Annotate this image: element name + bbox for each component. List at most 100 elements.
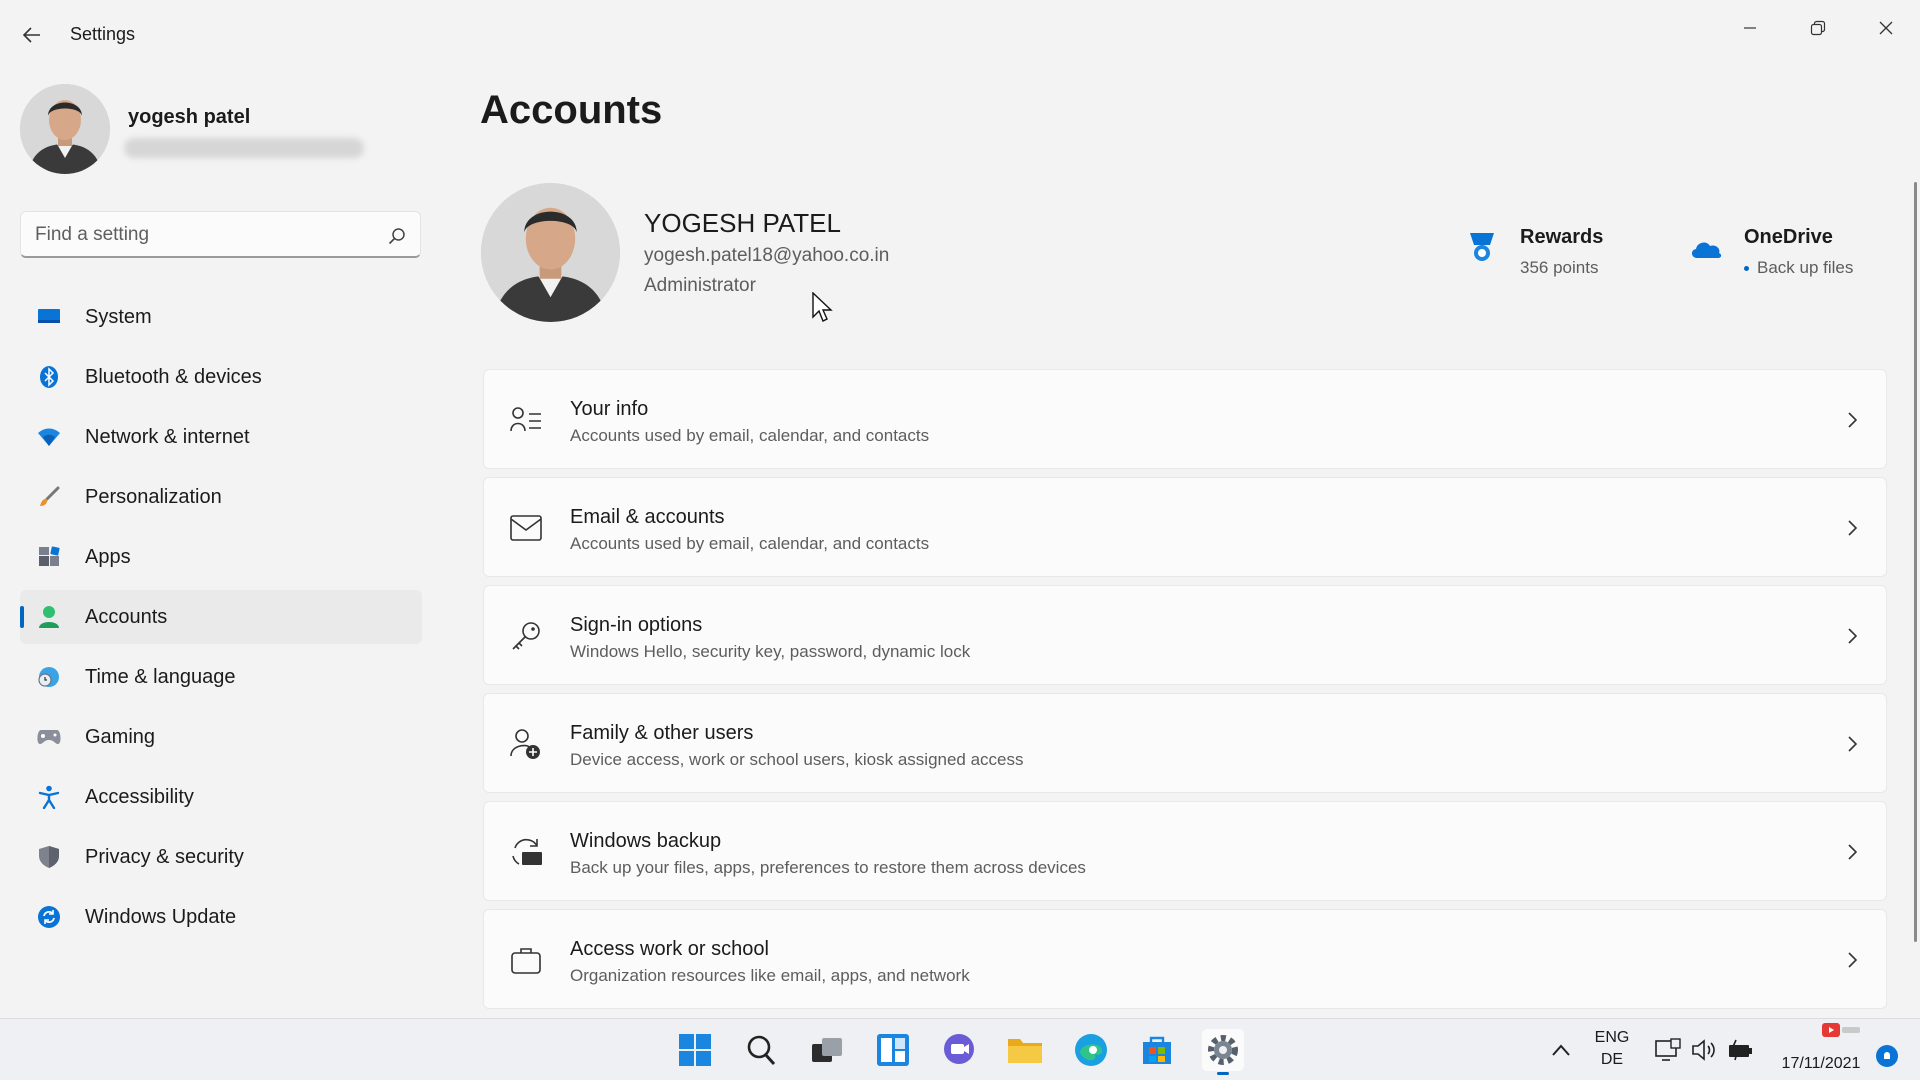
task-view-button[interactable] <box>806 1029 848 1071</box>
widgets-button[interactable] <box>872 1029 914 1071</box>
brush-icon <box>36 485 62 509</box>
sidebar-item-accounts[interactable]: Accounts <box>20 590 422 644</box>
wifi-icon <box>36 425 62 449</box>
user-avatar-icon <box>20 84 110 174</box>
sidebar-item-bluetooth[interactable]: Bluetooth & devices <box>20 350 422 404</box>
microsoft-store-button[interactable] <box>1136 1029 1178 1071</box>
sidebar-item-time-language[interactable]: Time & language <box>20 650 422 704</box>
notification-badge[interactable] <box>1876 1045 1898 1067</box>
globe-clock-icon <box>36 665 62 689</box>
back-button[interactable] <box>14 18 50 52</box>
sidebar-item-network[interactable]: Network & internet <box>20 410 422 464</box>
sidebar-item-label: Network & internet <box>85 425 250 448</box>
profile-avatar[interactable] <box>20 84 110 174</box>
sidebar-item-label: Time & language <box>85 665 236 688</box>
sign-in-options-card[interactable]: Sign-in options Windows Hello, security … <box>483 585 1887 685</box>
status-dot-icon <box>1744 266 1749 272</box>
account-avatar[interactable] <box>481 183 620 322</box>
edge-browser-button[interactable] <box>1070 1029 1112 1071</box>
close-button[interactable] <box>1858 6 1914 50</box>
onedrive-status: Back up files <box>1744 258 1853 278</box>
email-accounts-card[interactable]: Email & accounts Accounts used by email,… <box>483 477 1887 577</box>
page-title: Accounts <box>480 88 663 132</box>
file-explorer-button[interactable] <box>1004 1029 1046 1071</box>
gear-icon <box>1208 1035 1238 1065</box>
chat-icon <box>944 1034 974 1064</box>
title-bar: Settings <box>0 0 1920 70</box>
search-icon <box>747 1035 776 1066</box>
apps-icon <box>36 545 62 569</box>
battery-button[interactable] <box>1728 1037 1754 1063</box>
chevron-right-icon <box>1840 948 1864 972</box>
account-role: Administrator <box>644 275 756 296</box>
chevron-up-icon <box>1552 1044 1570 1056</box>
search-button[interactable] <box>385 224 409 248</box>
sidebar-item-label: Gaming <box>85 725 156 748</box>
card-title: Family & other users <box>570 722 754 744</box>
speaker-icon <box>1692 1039 1715 1061</box>
card-title: Email & accounts <box>570 506 725 528</box>
shield-icon <box>36 845 62 869</box>
account-email: yogesh.patel18@yahoo.co.in <box>644 245 890 266</box>
mouse-cursor-icon <box>812 292 833 322</box>
person-list-icon <box>508 402 544 438</box>
rewards-title: Rewards <box>1520 226 1604 248</box>
card-subtitle: Accounts used by email, calendar, and co… <box>570 534 930 553</box>
restore-icon <box>1810 20 1826 36</box>
vertical-scrollbar[interactable] <box>1914 182 1917 942</box>
briefcase-icon <box>508 942 544 978</box>
sidebar-item-label: Personalization <box>85 485 222 508</box>
sidebar-item-personalization[interactable]: Personalization <box>20 470 422 524</box>
your-info-card[interactable]: Your info Accounts used by email, calend… <box>483 369 1887 469</box>
sidebar-item-label: Privacy & security <box>85 845 244 868</box>
close-icon <box>1879 21 1893 35</box>
update-icon <box>36 905 62 929</box>
back-arrow-icon <box>23 27 40 43</box>
onedrive-status-text: Back up files <box>1757 258 1854 277</box>
minimize-icon <box>1744 27 1756 29</box>
network-status-button[interactable] <box>1655 1037 1681 1063</box>
restore-button[interactable] <box>1790 6 1846 50</box>
sidebar-item-accessibility[interactable]: Accessibility <box>20 770 422 824</box>
monitor-network-icon <box>1655 1038 1681 1061</box>
rewards-tile[interactable]: Rewards 356 points <box>1464 224 1644 284</box>
volume-button[interactable] <box>1692 1037 1718 1063</box>
access-work-school-card[interactable]: Access work or school Organization resou… <box>483 909 1887 1009</box>
account-name: YOGESH PATEL <box>644 208 841 238</box>
windows-logo-icon <box>679 1034 711 1066</box>
sidebar-item-label: Apps <box>85 545 131 568</box>
start-button[interactable] <box>674 1029 716 1071</box>
card-subtitle: Device access, work or school users, kio… <box>570 750 1024 769</box>
taskbar-search-button[interactable] <box>740 1029 782 1071</box>
windows-backup-card[interactable]: Windows backup Back up your files, apps,… <box>483 801 1887 901</box>
sidebar-item-apps[interactable]: Apps <box>20 530 422 584</box>
onedrive-tile[interactable]: OneDrive Back up files <box>1688 224 1888 284</box>
chevron-right-icon <box>1840 408 1864 432</box>
settings-taskbar-button[interactable] <box>1202 1029 1244 1075</box>
sidebar-item-system[interactable]: System <box>20 290 422 344</box>
chevron-right-icon <box>1840 624 1864 648</box>
clock-date[interactable]: 17/11/2021 <box>1776 1055 1866 1073</box>
folder-icon <box>1008 1039 1042 1063</box>
card-title: Your info <box>570 398 649 420</box>
input-language-indicator[interactable]: ENG DE <box>1588 1027 1636 1071</box>
user-avatar-icon <box>481 183 620 322</box>
account-settings-list: Your info Accounts used by email, calend… <box>483 369 1887 1017</box>
notification-icon <box>1884 1052 1890 1059</box>
minimize-button[interactable] <box>1722 6 1778 50</box>
accessibility-icon <box>36 785 62 809</box>
search-input[interactable] <box>35 222 375 248</box>
card-subtitle: Windows Hello, security key, password, d… <box>570 642 971 661</box>
sidebar-item-gaming[interactable]: Gaming <box>20 710 422 764</box>
sidebar-item-privacy-security[interactable]: Privacy & security <box>20 830 422 884</box>
language-code: ENG <box>1594 1029 1630 1046</box>
family-other-users-card[interactable]: Family & other users Device access, work… <box>483 693 1887 793</box>
show-hidden-icons-button[interactable] <box>1548 1037 1574 1063</box>
rewards-points: 356 points <box>1520 258 1599 277</box>
sidebar-nav: System Bluetooth & devices Network & int… <box>20 290 422 950</box>
keyboard-layout-code: DE <box>1600 1051 1624 1068</box>
teams-chat-button[interactable] <box>938 1029 980 1071</box>
search-box[interactable] <box>20 211 421 258</box>
battery-charging-icon <box>1729 1039 1752 1061</box>
sidebar-item-windows-update[interactable]: Windows Update <box>20 890 422 944</box>
